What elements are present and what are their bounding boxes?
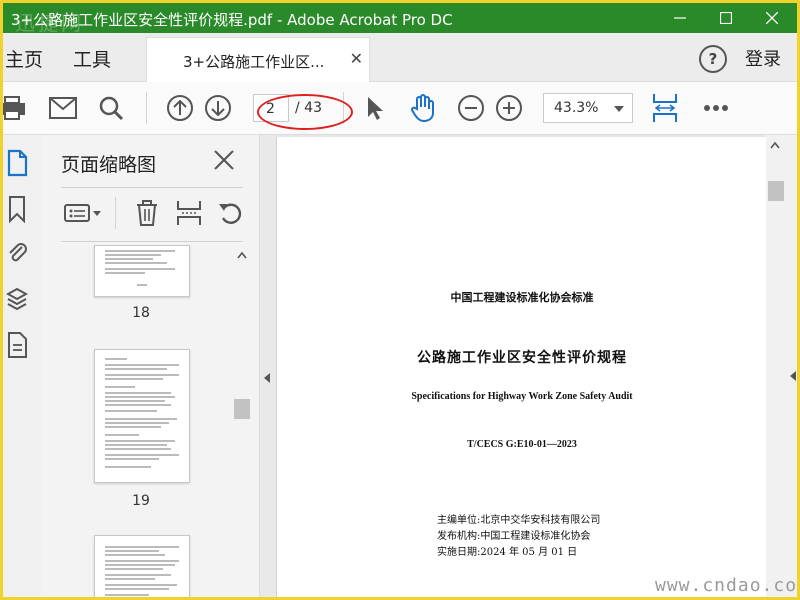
mail-icon [49,97,77,119]
layers-icon[interactable] [5,285,32,315]
thumbnail-options-button[interactable] [61,195,105,231]
page-thumbnail[interactable] [94,535,190,597]
hand-tool-button[interactable] [407,92,439,124]
editor-unit: 主编单位:北京中交华安科技有限公司 [437,515,601,526]
tab-bar: 主页 工具 3+公路施工作业区... ✕ ? 登录 [3,33,797,82]
toolbar: 2 / 43 43.3% [3,82,797,135]
plus-circle-icon [496,95,522,121]
minimize-button[interactable] [657,3,703,33]
zoom-value: 43.3% [554,100,599,116]
more-icon [704,105,728,111]
pointer-icon [368,97,383,120]
fit-width-button[interactable] [649,92,681,124]
page-thumbnail-number: 19 [132,493,150,509]
maximize-button[interactable] [703,3,749,33]
panel-toolbar-divider [115,197,116,229]
effective-date: 实施日期:2024 年 05 月 01 日 [437,547,578,558]
document-scrollbar[interactable] [766,135,797,597]
fit-width-icon [653,94,677,122]
close-panel-icon[interactable] [213,149,235,175]
publisher: 发布机构:中国工程建设标准化协会 [437,531,591,542]
printer-icon [3,96,25,120]
chevron-up-icon[interactable] [770,141,780,149]
login-button[interactable]: 登录 [745,45,781,71]
email-button[interactable] [47,92,79,124]
thumbnails-panel: 页面缩略图 18 19 [41,135,259,597]
arrow-up-circle-icon [167,95,193,121]
chevron-down-icon [614,106,624,112]
previous-page-button[interactable] [164,92,196,124]
hand-icon [411,94,434,123]
tab-home[interactable]: 主页 [5,45,43,72]
scrollbar-thumb[interactable] [768,181,784,201]
options-menu-icon [64,204,101,222]
site-watermark: www.cndao.com [655,575,800,596]
panel-divider [61,187,243,188]
trash-icon [137,200,157,226]
search-icon [99,96,124,121]
chevron-up-icon[interactable] [237,251,247,259]
zoom-select[interactable]: 43.3% [543,93,633,123]
bookmark-icon[interactable] [6,195,32,225]
delete-page-button[interactable] [129,195,165,231]
page-thumbnails-icon[interactable] [6,149,32,179]
thumbnail-scrollbar[interactable] [233,247,251,597]
help-icon[interactable]: ? [699,45,727,73]
document-tab-label: 3+公路施工作业区... [183,53,325,71]
tab-tools[interactable]: 工具 [73,45,111,72]
minimize-icon [674,17,686,19]
maximize-icon [720,12,732,24]
minus-circle-icon [458,95,484,121]
close-window-button[interactable] [749,3,795,33]
panel-title: 页面缩略图 [61,154,157,176]
window-title: 3+公路施工作业区安全性评价规程.pdf - Adobe Acrobat Pro… [11,11,453,29]
title-bar: 迅捷网 3+公路施工作业区安全性评价规程.pdf - Adobe Acrobat… [3,3,797,35]
page-thumbnail-number: 18 [132,305,150,321]
page-split-icon [177,201,201,225]
right-panel-toggle-icon[interactable] [790,371,796,381]
collapse-panel-icon[interactable] [264,373,270,383]
standard-code: T/CECS G:E10-01—2023 [467,439,577,450]
crop-page-button[interactable] [171,195,207,231]
page-number-annotation [257,94,353,130]
document-page: 中国工程建设标准化协会标准 公路施工作业区安全性评价规程 Specificati… [276,137,767,597]
tab-document[interactable]: 3+公路施工作业区... ✕ [146,37,370,82]
more-tools-button[interactable] [700,92,732,124]
rotate-page-button[interactable] [213,195,249,231]
print-button[interactable] [3,92,29,124]
close-tab-icon[interactable]: ✕ [350,49,363,68]
rotate-icon [219,203,242,224]
close-icon [766,12,778,24]
left-rail [3,135,42,597]
search-button[interactable] [95,92,127,124]
page-thumbnail[interactable] [94,349,190,483]
next-page-button[interactable] [202,92,234,124]
zoom-out-button[interactable] [455,92,487,124]
attachment-icon[interactable] [6,239,32,269]
document-title: 公路施工作业区安全性评价规程 [417,350,627,366]
page-thumbnail[interactable] [94,245,190,297]
panel-splitter[interactable] [259,135,277,597]
panel-divider [61,241,243,242]
thumbnail-list: 18 19 [41,245,233,597]
standard-org: 中国工程建设标准化协会标准 [450,291,594,304]
toolbar-divider [146,92,147,124]
document-title-english: Specifications for Highway Work Zone Saf… [411,391,633,402]
document-properties-icon[interactable] [6,331,32,361]
select-tool-button[interactable] [359,92,391,124]
app-window: 迅捷网 3+公路施工作业区安全性评价规程.pdf - Adobe Acrobat… [0,0,800,600]
document-view: 中国工程建设标准化协会标准 公路施工作业区安全性评价规程 Specificati… [276,135,797,597]
zoom-in-button[interactable] [493,92,525,124]
scrollbar-thumb[interactable] [234,399,250,419]
arrow-down-circle-icon [205,95,231,121]
